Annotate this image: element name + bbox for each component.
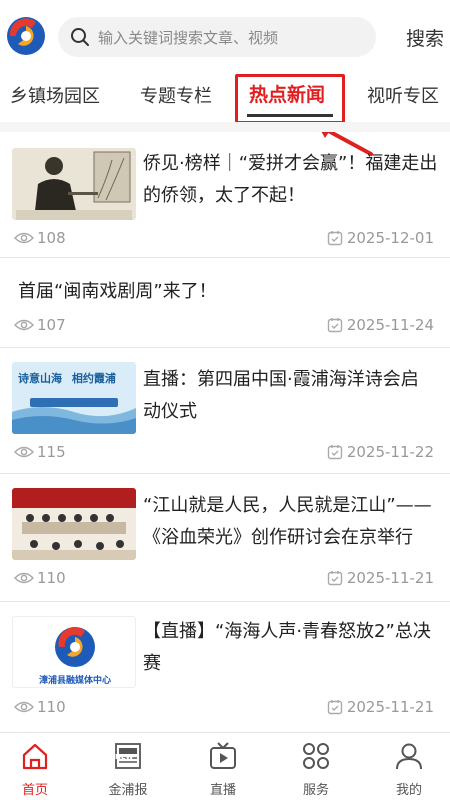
tab-township[interactable]: 乡镇场园区 xyxy=(10,82,100,108)
search-placeholder: 输入关键词搜索文章、视频 xyxy=(98,28,279,47)
tv-icon xyxy=(210,742,236,769)
publish-date-value: 2025-11-21 xyxy=(346,569,434,587)
news-title-line2: 《浴血荣光》创作研讨会在京举行 xyxy=(143,527,413,548)
publish-date-value: 2025-11-21 xyxy=(346,698,434,716)
nav-services[interactable]: 服务 xyxy=(281,739,351,798)
calendar-icon xyxy=(327,700,343,715)
nav-services-label: 服务 xyxy=(302,783,329,798)
annotation-highlight-box xyxy=(235,74,345,124)
section-divider xyxy=(0,122,450,132)
view-count-value: 110 xyxy=(37,569,66,587)
home-icon xyxy=(22,743,48,770)
calendar-icon xyxy=(327,231,343,246)
eye-icon xyxy=(14,572,34,584)
nav-newspaper-label: 金浦报 xyxy=(108,783,148,798)
news-title: 侨见·榜样｜“爱拼才会赢”！福建走出 xyxy=(143,153,438,174)
nav-profile-label: 我的 xyxy=(395,783,422,798)
view-count: 107 xyxy=(14,316,66,334)
news-item[interactable]: “江山就是人民，人民就是江山”—— 《浴血荣光》创作研讨会在京举行 110 20… xyxy=(0,474,450,602)
view-count-value: 107 xyxy=(37,316,66,334)
news-item[interactable]: 诗意山海 相约霞浦 直播：第四届中国·霞浦海洋诗会启 动仪式 115 2025-… xyxy=(0,348,450,474)
eye-icon xyxy=(14,446,34,458)
calendar-icon xyxy=(327,571,343,586)
eye-icon xyxy=(14,319,34,331)
nav-home[interactable]: 首页 xyxy=(0,739,70,798)
user-icon xyxy=(396,743,422,770)
eye-icon xyxy=(14,232,34,244)
publish-date-value: 2025-11-22 xyxy=(346,443,434,461)
news-title: “江山就是人民，人民就是江山”—— xyxy=(143,495,432,516)
search-icon xyxy=(71,28,89,46)
news-item[interactable]: 侨见·榜样｜“爱拼才会赢”！福建走出 的侨领，太了不起！ 108 2025-12… xyxy=(0,132,450,258)
news-title-line2: 的侨领，太了不起！ xyxy=(143,185,305,206)
nav-profile[interactable]: 我的 xyxy=(374,739,444,798)
bottom-nav: 首页 NEW 金浦报 直播 服务 我的 xyxy=(0,732,450,800)
search-input[interactable]: 输入关键词搜索文章、视频 xyxy=(58,17,376,57)
view-count: 108 xyxy=(14,229,66,247)
grid-icon xyxy=(303,743,329,769)
news-thumbnail: 诗意山海 相约霞浦 xyxy=(12,362,136,434)
tab-special-topics[interactable]: 专题专栏 xyxy=(140,82,212,108)
view-count: 110 xyxy=(14,569,66,587)
news-title: 【直播】“海海人声·青春怒放2”总决 xyxy=(143,621,431,642)
nav-newspaper[interactable]: NEW 金浦报 xyxy=(93,739,163,798)
publish-date: 2025-11-21 xyxy=(327,698,434,716)
publish-date: 2025-12-01 xyxy=(327,229,434,247)
publish-date-value: 2025-12-01 xyxy=(346,229,434,247)
publish-date: 2025-11-22 xyxy=(327,443,434,461)
publish-date-value: 2025-11-24 xyxy=(346,316,434,334)
news-title-line2: 动仪式 xyxy=(143,401,197,422)
app-logo[interactable] xyxy=(6,14,46,58)
view-count-value: 108 xyxy=(37,229,66,247)
news-thumbnail: 漳浦县融媒体中心 xyxy=(12,616,136,688)
news-thumbnail xyxy=(12,148,136,220)
thumbnail-caption: 相约霞浦 xyxy=(71,372,116,385)
news-item[interactable]: 首届“闽南戏剧周”来了！ 107 2025-11-24 xyxy=(0,258,450,348)
nav-home-label: 首页 xyxy=(21,783,48,798)
news-title: 首届“闽南戏剧周”来了！ xyxy=(18,281,217,302)
category-tabs: 乡镇场园区 专题专栏 热点新闻 视听专区 xyxy=(0,72,450,118)
publish-date: 2025-11-21 xyxy=(327,569,434,587)
tab-audiovisual[interactable]: 视听专区 xyxy=(367,82,439,108)
view-count: 110 xyxy=(14,698,66,716)
nav-live[interactable]: 直播 xyxy=(188,739,258,798)
view-count: 115 xyxy=(14,443,66,461)
search-button[interactable]: 搜索 xyxy=(406,24,444,51)
news-title: 直播：第四届中国·霞浦海洋诗会启 xyxy=(143,369,419,390)
calendar-icon xyxy=(327,318,343,333)
thumbnail-caption: 诗意山海 xyxy=(18,372,62,385)
news-thumbnail xyxy=(12,488,136,560)
view-count-value: 110 xyxy=(37,698,66,716)
top-header: 输入关键词搜索文章、视频 搜索 xyxy=(0,0,450,72)
publish-date: 2025-11-24 xyxy=(327,316,434,334)
news-item[interactable]: 漳浦县融媒体中心 【直播】“海海人声·青春怒放2”总决 赛 110 2025-1… xyxy=(0,602,450,732)
station-caption: 漳浦县融媒体中心 xyxy=(38,676,111,686)
view-count-value: 115 xyxy=(37,443,66,461)
new-badge: NEW xyxy=(115,753,134,761)
news-title-line2: 赛 xyxy=(143,653,161,674)
calendar-icon xyxy=(327,445,343,460)
eye-icon xyxy=(14,701,34,713)
nav-live-label: 直播 xyxy=(209,783,236,798)
